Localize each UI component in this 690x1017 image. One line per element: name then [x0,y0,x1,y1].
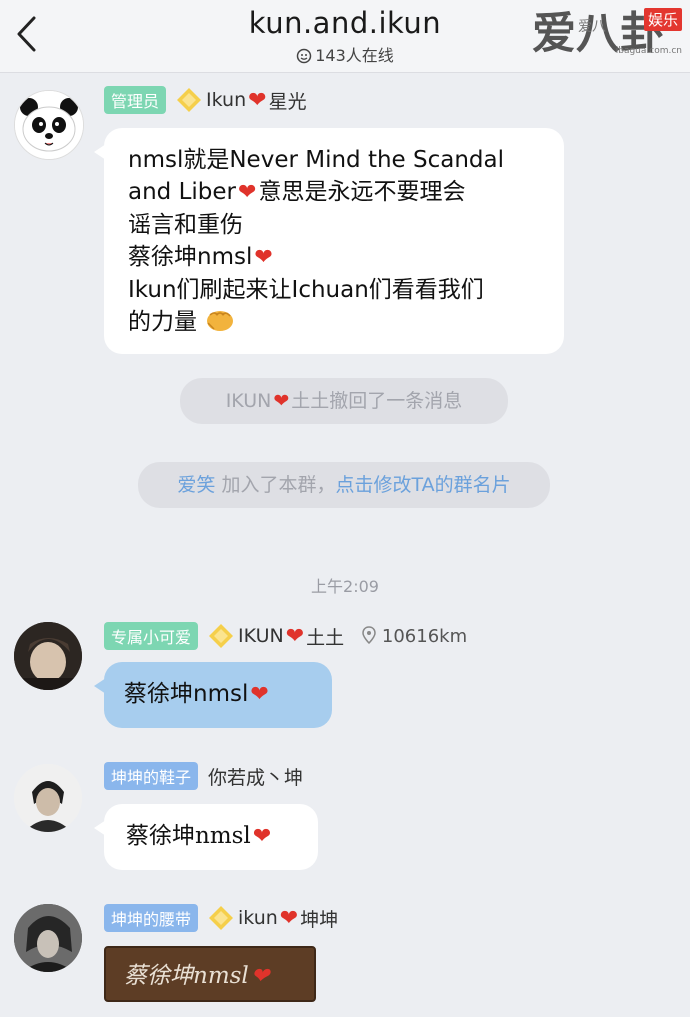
member-title-tag: 坤坤的腰带 [104,904,199,932]
join-text: 加入了本群， [221,474,336,496]
user-photo-avatar-icon [14,764,82,832]
timestamp: 上午2:09 [311,577,379,596]
message-text: 蔡徐坤nmsl❤ [126,823,272,849]
message-bubble[interactable]: nmsl就是Never Mind the Scandal and Liber❤意… [94,128,564,354]
sender-name-suffix[interactable]: 坤坤 [300,905,338,932]
heart-icon: ❤ [250,682,269,707]
recall-text: 土土撤回了一条消息 [291,390,463,412]
message-meta: 管理员 Ikun ❤ 星光 [104,86,307,114]
recall-user: IKUN [225,390,272,412]
join-user-link[interactable]: 爱笑 [177,474,215,496]
watermark-domain: ibagua.com.cn [615,46,682,56]
message-meta: 坤坤的鞋子 你若成丶坤 [104,762,303,790]
message-bubble[interactable]: 蔡徐坤nmsl❤ [94,662,332,728]
location-pin-icon [362,625,376,644]
watermark-small-text: 爱八 [578,19,606,35]
chat-header: kun.and.ikun 143人在线 爱八卦 爱八 娱乐 ibagua.com… [0,0,690,73]
member-title-tag: 坤坤的鞋子 [104,762,199,790]
fist-emoji-icon [207,311,234,331]
message-line: 谣言和重伤 [128,212,243,238]
watermark-badge: 娱乐 [643,8,682,31]
user-photo-avatar-icon [14,622,82,690]
sender-name[interactable]: 你若成丶坤 [208,763,303,790]
heart-icon: ❤ [254,245,273,270]
message-line: and Liber❤意思是永远不要理会 [128,179,466,205]
edit-card-link[interactable]: 点击修改TA的群名片 [335,474,510,496]
message-line: Ikun们刷起来让Ichuan们看看我们 [128,277,484,303]
heart-icon: ❤ [250,964,270,989]
site-watermark: 爱八卦 爱八 娱乐 ibagua.com.cn [532,6,682,66]
online-users-icon [296,48,312,64]
system-notice-join: 爱笑 加入了本群，点击修改TA的群名片 [138,462,550,508]
message-text: 蔡徐坤nmsl❤ [124,963,270,989]
avatar[interactable] [14,904,82,972]
sender-name-prefix[interactable]: ikun [238,907,278,929]
avatar[interactable] [14,622,82,690]
sender-name-suffix[interactable]: 土土 [306,623,344,650]
member-title-tag: 专属小可爱 [104,622,199,650]
system-notice-recall: IKUN ❤ 土土撤回了一条消息 [180,378,508,424]
sender-name-prefix[interactable]: Ikun [206,89,246,111]
message-line: 的力量 [128,306,540,338]
heart-icon: ❤ [273,390,290,412]
distance-text: 10616km [381,625,468,647]
level-diamond-icon [209,906,234,930]
message-meta: 坤坤的腰带 ikun ❤ 坤坤 [104,904,338,932]
avatar[interactable] [14,90,84,160]
avatar[interactable] [14,764,82,832]
message-meta: 专属小可爱 IKUN ❤ 土土 10616km [104,622,467,650]
heart-icon: ❤ [285,623,305,649]
heart-icon: ❤ [248,87,267,113]
sender-name-prefix[interactable]: IKUN [238,625,284,647]
sender-name-suffix[interactable]: 星光 [269,87,307,114]
heart-icon: ❤ [238,180,257,205]
user-photo-avatar-icon [14,904,82,972]
message-bubble[interactable]: 蔡徐坤nmsl❤ [94,804,318,870]
member-title-tag: 管理员 [104,86,167,114]
panda-avatar-icon [15,91,83,159]
online-count-text: 143人在线 [315,46,394,65]
heart-icon: ❤ [252,824,272,849]
message-line: nmsl就是Never Mind the Scandal [128,147,505,173]
level-diamond-icon [209,624,234,648]
heart-icon: ❤ [279,905,299,931]
message-bubble[interactable]: 蔡徐坤nmsl❤ [104,946,316,1002]
message-text: 蔡徐坤nmsl❤ [124,681,269,707]
message-line: 蔡徐坤nmsl❤ [128,244,273,270]
level-diamond-icon [177,88,202,112]
location-distance: 10616km [362,626,467,647]
message-text: nmsl就是Never Mind the Scandal and Liber❤意… [128,144,540,338]
